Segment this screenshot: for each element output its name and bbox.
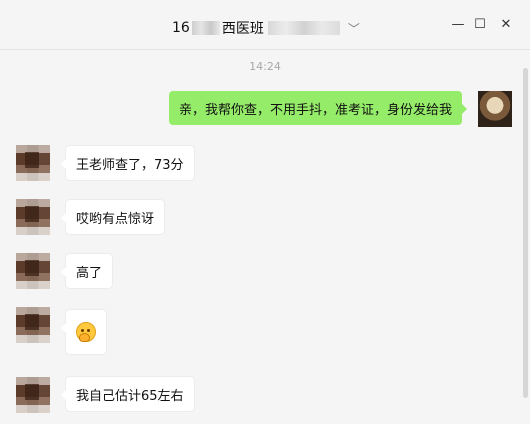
contact-avatar[interactable]	[16, 199, 50, 235]
chat-title[interactable]: 16 西医班 ﹀	[172, 18, 360, 38]
received-message-bubble[interactable]: 哎哟有点惊讶	[60, 200, 165, 234]
chevron-down-icon[interactable]: ﹀	[348, 20, 360, 37]
message-text: 我自己估计65左右	[76, 388, 184, 404]
received-message-bubble[interactable]	[61, 310, 106, 354]
sent-message-bubble[interactable]: 亲，我帮你查，不用手抖，准考证，身份发给我	[168, 91, 468, 125]
minimize-button[interactable]: —	[448, 14, 468, 34]
chat-title-name: 西医班	[221, 21, 264, 37]
redacted-text	[191, 21, 220, 35]
received-message-bubble[interactable]: 高了	[60, 254, 113, 288]
chat-title-prefix: 16	[172, 20, 190, 36]
title-bar: 16 西医班 ﹀ — ☐ ✕	[0, 0, 530, 50]
scrollbar[interactable]	[523, 52, 528, 422]
received-message-bubble[interactable]: 我自己估计65左右	[61, 377, 194, 411]
contact-avatar[interactable]	[16, 377, 50, 413]
message-text: 哎哟有点惊讶	[76, 211, 155, 227]
contact-avatar[interactable]	[16, 253, 50, 289]
message-text: 高了	[76, 265, 103, 281]
self-avatar[interactable]	[478, 91, 512, 127]
contact-avatar[interactable]	[16, 307, 50, 343]
maximize-button[interactable]: ☐	[470, 14, 490, 34]
close-button[interactable]: ✕	[496, 14, 516, 34]
received-message-bubble[interactable]: 王老师查了，73分	[61, 146, 194, 180]
redacted-text	[267, 21, 340, 35]
message-timestamp: 14:24	[249, 60, 281, 73]
message-text: 王老师查了，73分	[76, 157, 184, 173]
message-text: 亲，我帮你查，不用手抖，准考证，身份发给我	[178, 102, 452, 118]
contact-avatar[interactable]	[16, 145, 50, 181]
scrollbar-thumb[interactable]	[523, 68, 528, 398]
thinking-face-icon	[76, 322, 96, 342]
title-divider	[0, 49, 530, 50]
